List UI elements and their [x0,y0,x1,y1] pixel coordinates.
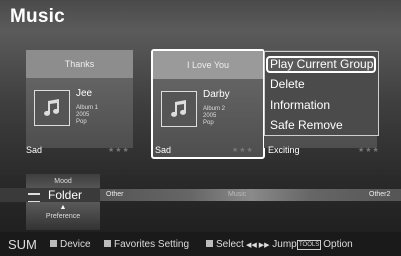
music-note-icon [34,90,70,126]
music-note-icon [161,91,197,127]
genre: Pop [76,119,87,125]
context-menu: Play Current Group Delete Information Sa… [264,51,379,136]
rating-stars: ★★★ [358,147,380,154]
album-name: Album 1 [76,105,99,111]
menu-item-information[interactable]: Information [270,98,330,112]
option-button[interactable]: TOOLS Option [297,239,353,250]
up-arrow-icon: ▲ [59,204,67,211]
rating-stars: ★★★ [232,147,254,154]
sort-tab-mood[interactable]: Mood [26,174,100,188]
jump-button[interactable]: ◀◀ ▶▶ Jump [246,239,297,250]
footer-bar: SUM Device Favorites Setting Select ◀◀ ▶… [0,232,401,256]
sort-tab-folder[interactable]: Folder [48,188,82,202]
artist-name: Jee [76,88,93,99]
song-title: Thanks [26,50,133,78]
page-title: Music [10,6,65,27]
menu-item-delete[interactable]: Delete [270,77,305,91]
album-name: Album 2 [203,106,226,112]
music-card-i-love-you[interactable]: I Love You Darby Album 2 2005 Pop [151,49,265,159]
album-year: 2005 [76,112,90,118]
artist-name: Darby [203,89,230,100]
genre: Pop [203,120,214,126]
preference-label: Preference [45,213,81,220]
jump-arrows-icon: ◀◀ ▶▶ [246,242,270,249]
brand-label: SUM [8,237,37,252]
filter-item-music[interactable]: Music [228,191,246,198]
filter-item-other[interactable]: Other [106,191,124,198]
menu-item-play-current-group[interactable]: Play Current Group [270,57,373,71]
square-button-icon [50,240,57,247]
square-button-icon [104,240,111,247]
mood-label: Sad [26,145,43,155]
sort-tab-preference[interactable]: ▲ Preference [26,202,100,230]
square-button-icon [206,240,213,247]
tools-icon: TOOLS [297,240,322,250]
favorites-setting-button[interactable]: Favorites Setting [104,239,189,250]
song-title: I Love You [153,51,263,79]
rating-stars: ★★★ [108,147,130,154]
mood-label: Exciting [268,145,300,155]
music-card-thanks[interactable]: Thanks Jee Album 1 2005 Pop [26,50,133,148]
album-year: 2005 [203,113,217,119]
device-button[interactable]: Device [50,239,91,250]
select-button[interactable]: Select [206,239,244,250]
filter-item-other2[interactable]: Other2 [369,191,390,198]
mood-label: Sad [155,145,172,155]
menu-item-safe-remove[interactable]: Safe Remove [270,118,343,132]
